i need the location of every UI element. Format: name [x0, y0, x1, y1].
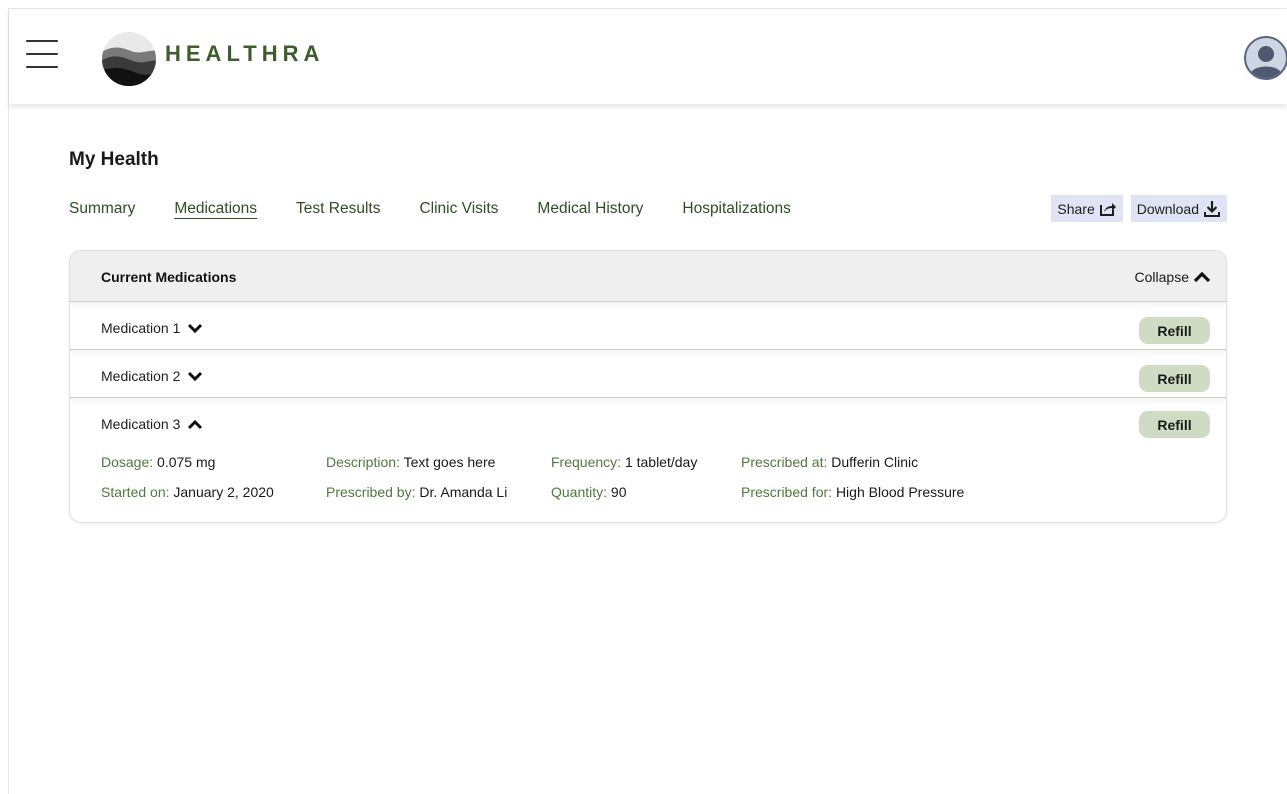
tab-clinic-visits[interactable]: Clinic Visits [419, 199, 498, 219]
prescribed-at-field: Prescribed at: Dufferin Clinic [741, 454, 918, 470]
chevron-down-icon [188, 371, 203, 381]
refill-button[interactable]: Refill [1139, 365, 1210, 392]
tab-medical-history[interactable]: Medical History [537, 199, 643, 219]
chevron-up-icon [1193, 271, 1211, 283]
logo[interactable]: HEALTHRA [101, 31, 324, 87]
download-button[interactable]: Download [1130, 195, 1227, 222]
collapse-button[interactable]: Collapse [1135, 269, 1211, 285]
medication-name: Medication 3 [101, 416, 181, 432]
tab-test-results[interactable]: Test Results [296, 199, 380, 219]
frequency-field: Frequency: 1 tablet/day [551, 454, 697, 470]
card-title: Current Medications [101, 269, 237, 285]
prescribed-for-label: Prescribed for: [741, 484, 833, 500]
medication-row-expanded: Medication 3 Refill Dosage: 0.075 mg Sta… [70, 398, 1226, 518]
top-bar: HEALTHRA [9, 9, 1287, 104]
tab-summary[interactable]: Summary [69, 199, 135, 219]
medication-toggle[interactable]: Medication 2 [101, 368, 203, 384]
prescribed-at-value: Dufferin Clinic [831, 454, 919, 470]
started-field: Started on: January 2, 2020 [101, 484, 274, 500]
tab-hospitalizations[interactable]: Hospitalizations [682, 199, 791, 219]
medication-toggle[interactable]: Medication 3 [101, 416, 203, 432]
current-medications-card: Current Medications Collapse Medication … [69, 250, 1227, 523]
started-value: January 2, 2020 [173, 484, 274, 500]
app-frame: HEALTHRA My Health Summary Medications T… [8, 8, 1287, 794]
frequency-value: 1 tablet/day [624, 454, 698, 470]
tab-bar: Summary Medications Test Results Clinic … [69, 199, 830, 219]
medication-name: Medication 1 [101, 320, 181, 336]
prescribed-by-value: Dr. Amanda Li [419, 484, 508, 500]
medication-row: Medication 2 Refill [70, 350, 1226, 398]
refill-button[interactable]: Refill [1139, 317, 1210, 344]
dosage-value: 0.075 mg [157, 454, 216, 470]
dosage-label: Dosage: [101, 454, 154, 470]
chevron-down-icon [188, 323, 203, 333]
download-label: Download [1136, 200, 1199, 217]
medication-toggle[interactable]: Medication 1 [101, 320, 203, 336]
user-avatar-icon[interactable] [1244, 36, 1287, 80]
hamburger-menu-icon[interactable] [26, 38, 58, 70]
page-title: My Health [69, 149, 159, 170]
page-actions: Share Download [1043, 195, 1227, 222]
medication-row: Medication 1 Refill [70, 302, 1226, 350]
description-field: Description: Text goes here [326, 454, 495, 470]
prescribed-at-label: Prescribed at: [741, 454, 828, 470]
quantity-label: Quantity: [551, 484, 608, 500]
logo-icon [102, 32, 156, 86]
tab-medications[interactable]: Medications [174, 199, 257, 219]
download-icon [1204, 200, 1220, 217]
share-label: Share [1057, 200, 1095, 217]
quantity-value: 90 [610, 484, 627, 500]
prescribed-for-field: Prescribed for: High Blood Pressure [741, 484, 964, 500]
logo-text: HEALTHRA [165, 41, 325, 66]
description-label: Description: [326, 454, 400, 470]
prescribed-by-field: Prescribed by: Dr. Amanda Li [326, 484, 507, 500]
dosage-field: Dosage: 0.075 mg [101, 454, 215, 470]
chevron-up-icon [188, 419, 203, 429]
prescribed-for-value: High Blood Pressure [835, 484, 965, 500]
quantity-field: Quantity: 90 [551, 484, 627, 500]
started-label: Started on: [101, 484, 170, 500]
frequency-label: Frequency: [551, 454, 622, 470]
description-value: Text goes here [403, 454, 496, 470]
refill-button[interactable]: Refill [1139, 411, 1210, 438]
share-icon [1099, 202, 1116, 216]
prescribed-by-label: Prescribed by: [326, 484, 416, 500]
share-button[interactable]: Share [1051, 195, 1123, 222]
card-header: Current Medications Collapse [70, 251, 1226, 302]
medication-name: Medication 2 [101, 368, 181, 384]
collapse-label: Collapse [1134, 269, 1189, 285]
